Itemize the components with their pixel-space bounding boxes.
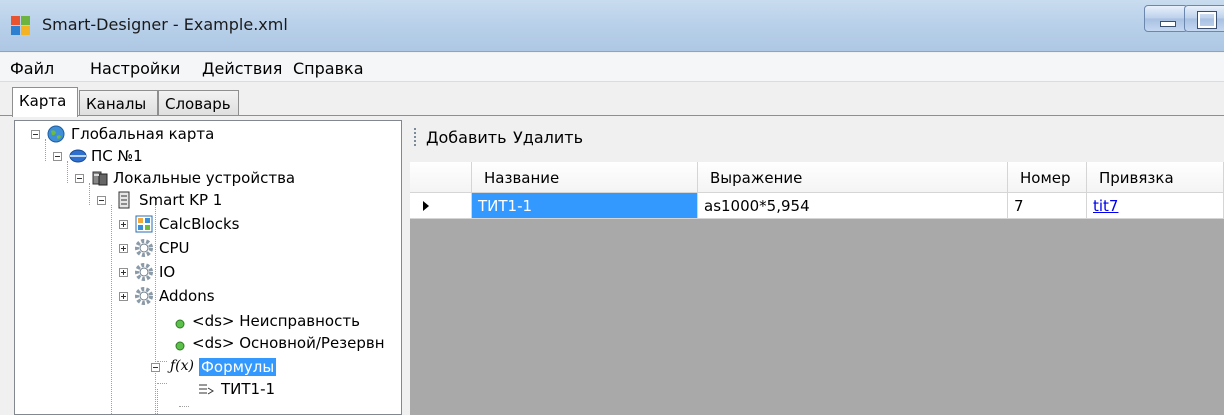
tree-node-label: ПС №1 — [91, 147, 143, 165]
tree-node-label: Addons — [159, 287, 215, 305]
gear-icon — [135, 287, 153, 305]
tree-node-label: Глобальная карта — [71, 125, 215, 143]
collapse-toggle[interactable] — [75, 174, 84, 183]
main-tabs: Карта Каналы Словарь — [0, 84, 1224, 117]
grid-header: Название Выражение Номер Привязка — [410, 162, 1224, 193]
menu-actions[interactable]: Действия — [202, 59, 282, 78]
globe-icon — [47, 125, 65, 143]
tab-map[interactable]: Карта — [12, 87, 78, 117]
map-tree[interactable]: Глобальная карта ПС №1 Локальные устройс… — [14, 120, 402, 415]
cell-expression[interactable]: as1000*5,954 — [698, 193, 1008, 219]
expand-toggle[interactable] — [119, 220, 128, 229]
tree-node-label: Локальные устройства — [113, 169, 296, 187]
formula-toolbar: Добавить Удалить — [410, 120, 1224, 156]
app-icon — [11, 16, 31, 36]
tree-node-label-selected: Формулы — [199, 358, 277, 376]
column-header-number[interactable]: Номер — [1008, 162, 1087, 193]
column-header-binding[interactable]: Привязка — [1087, 162, 1224, 193]
tree-node-calcblocks[interactable]: CalcBlocks — [15, 213, 395, 235]
collapse-toggle[interactable] — [31, 130, 40, 139]
tree-node-substation[interactable]: ПС №1 — [15, 145, 395, 167]
binding-link[interactable]: tit7 — [1093, 197, 1118, 215]
collapse-toggle[interactable] — [97, 196, 106, 205]
tree-node-smart-kp[interactable]: Smart KP 1 — [15, 189, 395, 211]
collapse-toggle[interactable] — [53, 152, 62, 161]
window-title: Smart-Designer - Example.xml — [42, 15, 288, 34]
menu-file[interactable]: Файл — [10, 59, 54, 78]
column-header-expression[interactable]: Выражение — [698, 162, 1008, 193]
devices-icon — [91, 169, 109, 187]
expand-toggle[interactable] — [119, 244, 128, 253]
row-header[interactable] — [410, 193, 472, 219]
server-icon — [115, 191, 133, 209]
tree-node-cpu[interactable]: CPU — [15, 237, 395, 259]
cell-name[interactable]: ТИТ1-1 — [472, 193, 698, 219]
gear-icon — [135, 239, 153, 257]
cell-number[interactable]: 7 — [1008, 193, 1087, 219]
menu-bar: Файл Настройки Действия Справка — [0, 53, 1224, 82]
calcblocks-icon — [135, 215, 153, 233]
panel-splitter[interactable] — [402, 120, 410, 415]
title-bar: Smart-Designer - Example.xml — [0, 0, 1224, 52]
menu-settings[interactable]: Настройки — [90, 59, 180, 78]
tree-node-tit1-1[interactable]: ТИТ1-1 — [15, 378, 395, 400]
current-row-arrow-icon — [423, 201, 429, 211]
tab-channels[interactable]: Каналы — [79, 90, 158, 116]
green-dot-icon — [175, 315, 185, 329]
formula-icon: ƒ(x) — [170, 358, 195, 374]
expand-toggle[interactable] — [119, 268, 128, 277]
collapse-toggle[interactable] — [151, 363, 160, 372]
minimize-button[interactable] — [1144, 5, 1188, 32]
table-row[interactable]: ТИТ1-1 as1000*5,954 7 tit7 — [410, 193, 1224, 219]
tree-node-formulas[interactable]: ƒ(x) Формулы — [15, 356, 395, 378]
tree-node-label: <ds> Основной/Резервн — [192, 334, 385, 352]
tree-node-global-map[interactable]: Глобальная карта — [15, 123, 395, 145]
tree-node-label: <ds> Неисправность — [192, 312, 360, 330]
tree-node-label: Smart KP 1 — [139, 191, 223, 209]
tab-dictionary[interactable]: Словарь — [158, 90, 239, 116]
tree-node-label: CalcBlocks — [159, 215, 240, 233]
menu-help[interactable]: Справка — [293, 59, 364, 78]
gear-icon — [135, 263, 153, 281]
tree-node-label: IO — [159, 263, 176, 281]
add-button[interactable]: Добавить — [426, 128, 507, 147]
delete-button[interactable]: Удалить — [513, 128, 583, 147]
expand-toggle[interactable] — [119, 292, 128, 301]
tree-node-io[interactable]: IO — [15, 261, 395, 283]
row-header-corner — [410, 162, 472, 193]
tree-node-ds-main-reserve[interactable]: <ds> Основной/Резервн — [15, 332, 395, 354]
tree-node-label: CPU — [159, 239, 190, 257]
window-controls — [1144, 5, 1224, 32]
maximize-button[interactable] — [1184, 5, 1224, 32]
substation-icon — [69, 147, 87, 165]
toolbar-grip — [414, 128, 416, 148]
tree-node-ds-fault[interactable]: <ds> Неисправность — [15, 310, 395, 332]
green-dot-icon — [175, 337, 185, 351]
tree-node-addons[interactable]: Addons — [15, 285, 395, 307]
tree-node-label: ТИТ1-1 — [221, 380, 276, 398]
cell-binding[interactable]: tit7 — [1087, 193, 1224, 219]
tree-node-local-devices[interactable]: Локальные устройства — [15, 167, 395, 189]
column-header-name[interactable]: Название — [472, 162, 698, 193]
tab-divider — [0, 115, 1224, 116]
formulas-grid[interactable]: Название Выражение Номер Привязка ТИТ1-1… — [410, 162, 1224, 415]
formula-item-icon — [197, 380, 215, 398]
